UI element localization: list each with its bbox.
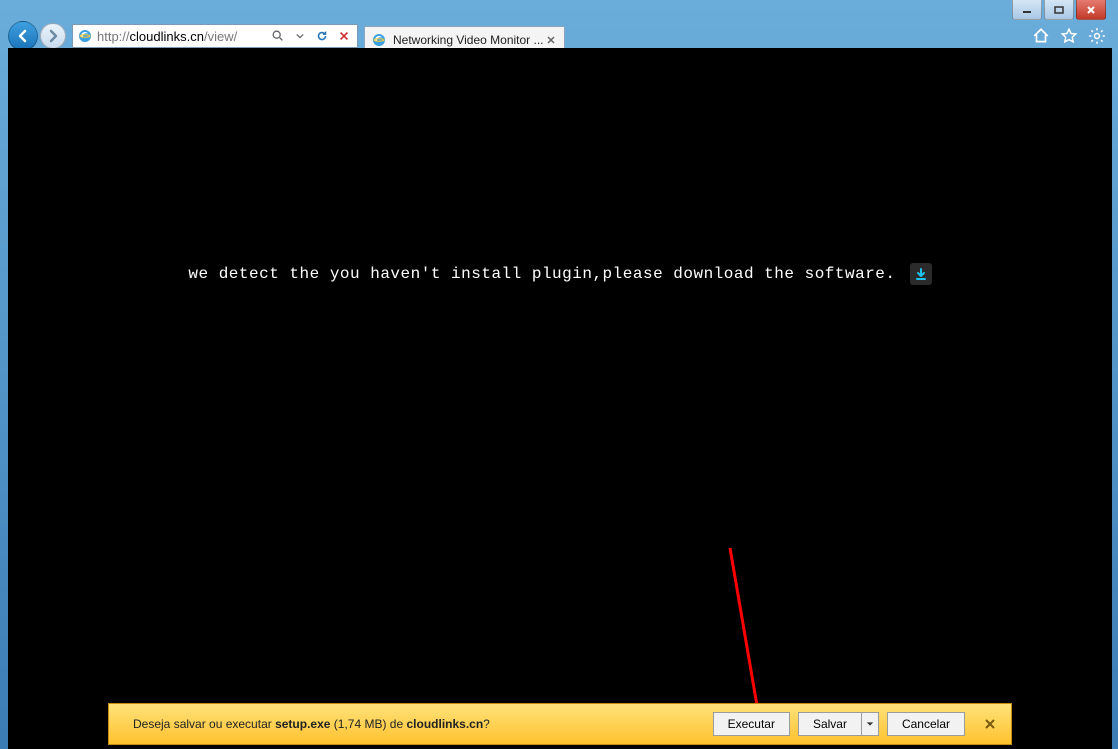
- save-dropdown-button[interactable]: [861, 712, 879, 736]
- home-icon[interactable]: [1032, 27, 1050, 45]
- refresh-icon[interactable]: [313, 27, 331, 45]
- tab-close-icon[interactable]: [544, 33, 558, 47]
- plugin-message-text: we detect the you haven't install plugin…: [188, 265, 895, 283]
- download-prompt-text: Deseja salvar ou executar setup.exe (1,7…: [133, 717, 705, 731]
- window-close-button[interactable]: [1076, 0, 1106, 20]
- execute-button[interactable]: Executar: [713, 712, 790, 736]
- plugin-install-message: we detect the you haven't install plugin…: [8, 263, 1112, 285]
- save-button[interactable]: Salvar: [798, 712, 861, 736]
- tab-favicon-icon: [371, 32, 387, 48]
- tools-gear-icon[interactable]: [1088, 27, 1106, 45]
- download-notification-bar: Deseja salvar ou executar setup.exe (1,7…: [108, 703, 1012, 745]
- page-content: we detect the you haven't install plugin…: [8, 48, 1112, 749]
- search-icon[interactable]: [269, 27, 287, 45]
- address-bar[interactable]: http://cloudlinks.cn/view/: [72, 24, 358, 48]
- nav-back-button[interactable]: [8, 21, 38, 51]
- stop-icon[interactable]: [335, 27, 353, 45]
- nav-forward-button[interactable]: [40, 23, 66, 49]
- ie-favicon-icon: [77, 28, 93, 44]
- window-minimize-button[interactable]: [1012, 0, 1042, 20]
- chevron-down-icon[interactable]: [291, 27, 309, 45]
- tab-title: Networking Video Monitor ...: [393, 33, 544, 47]
- cancel-button[interactable]: Cancelar: [887, 712, 965, 736]
- address-text: http://cloudlinks.cn/view/: [97, 29, 269, 44]
- window-maximize-button[interactable]: [1044, 0, 1074, 20]
- favorites-icon[interactable]: [1060, 27, 1078, 45]
- download-bar-close-icon[interactable]: [979, 713, 1001, 735]
- download-plugin-link[interactable]: [910, 263, 932, 285]
